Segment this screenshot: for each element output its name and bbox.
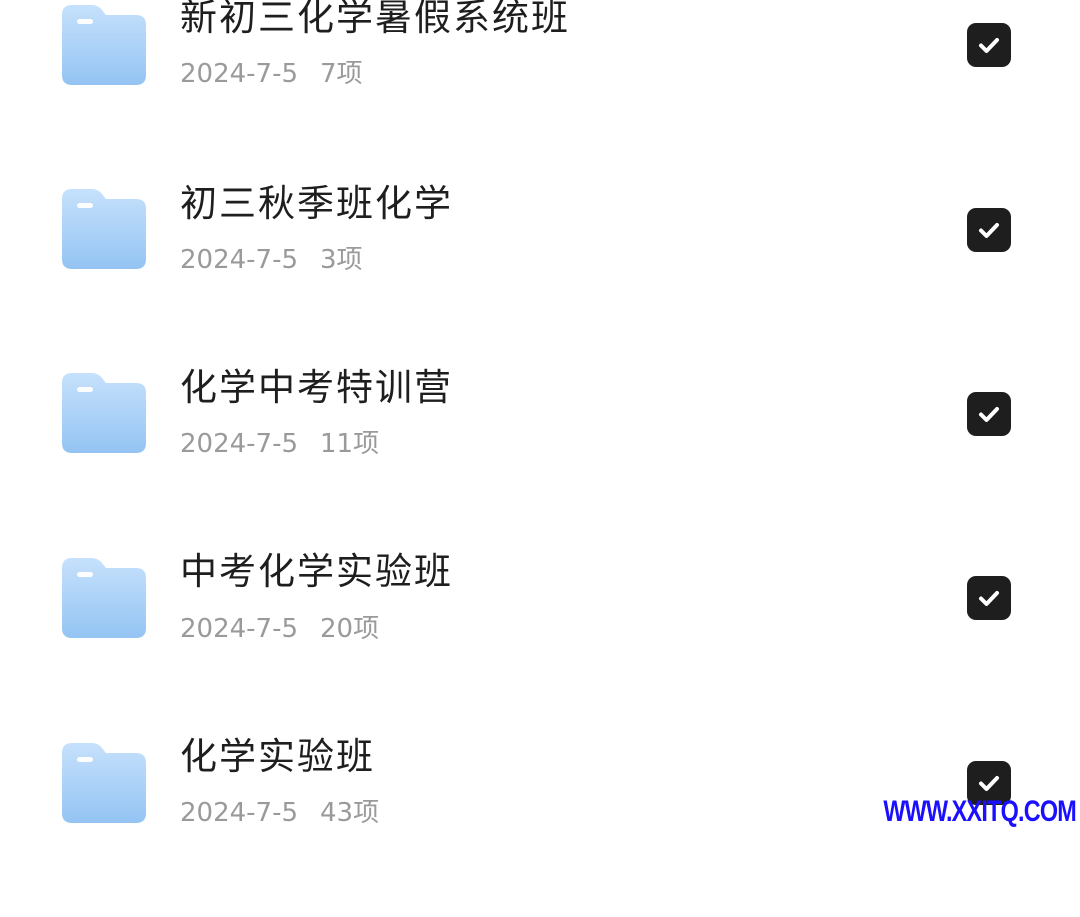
folder-date: 2024-7-5 (180, 429, 299, 459)
watermark: WWW.XXITQ.COM (883, 795, 1076, 828)
folder-row[interactable]: 化学中考特训营 2024-7-5 11项 (0, 364, 1080, 548)
folder-name: 初三秋季班化学 (180, 182, 453, 225)
folder-item-count: 7项 (320, 59, 363, 89)
folder-icon (62, 743, 146, 823)
folder-item-count: 20项 (320, 614, 380, 644)
checkmark-icon (979, 591, 999, 606)
folder-item-count: 11项 (320, 429, 380, 459)
folder-row[interactable]: 新初三化学暑假系统班 2024-7-5 7项 (0, 0, 1080, 180)
folder-name: 中考化学实验班 (180, 550, 453, 593)
folder-name: 新初三化学暑假系统班 (180, 0, 570, 39)
folder-icon (62, 558, 146, 638)
folder-meta: 2024-7-5 20项 (180, 613, 379, 645)
checkmark-icon (979, 776, 999, 791)
folder-meta: 2024-7-5 3项 (180, 244, 363, 276)
folder-meta: 2024-7-5 11项 (180, 428, 379, 460)
folder-meta: 2024-7-5 7项 (180, 58, 363, 90)
select-checkbox[interactable] (967, 208, 1011, 252)
folder-date: 2024-7-5 (180, 614, 299, 644)
folder-icon (62, 189, 146, 269)
folder-name: 化学实验班 (180, 735, 375, 778)
select-checkbox[interactable] (967, 392, 1011, 436)
checkmark-icon (979, 223, 999, 238)
folder-icon (62, 5, 146, 85)
select-checkbox[interactable] (967, 576, 1011, 620)
folder-name: 化学中考特训营 (180, 366, 453, 409)
folder-date: 2024-7-5 (180, 245, 299, 275)
folder-item-count: 43项 (320, 798, 380, 828)
checkmark-icon (979, 407, 999, 422)
folder-row[interactable]: 初三秋季班化学 2024-7-5 3项 (0, 180, 1080, 364)
folder-list: 新初三化学暑假系统班 2024-7-5 7项 初三秋季班化学 2024-7-5 3项… (0, 0, 1080, 833)
select-checkbox[interactable] (967, 23, 1011, 67)
folder-row[interactable]: 中考化学实验班 2024-7-5 20项 (0, 548, 1080, 732)
checkmark-icon (979, 38, 999, 53)
folder-meta: 2024-7-5 43项 (180, 797, 379, 829)
folder-date: 2024-7-5 (180, 59, 299, 89)
folder-date: 2024-7-5 (180, 798, 299, 828)
folder-item-count: 3项 (320, 245, 363, 275)
folder-icon (62, 373, 146, 453)
